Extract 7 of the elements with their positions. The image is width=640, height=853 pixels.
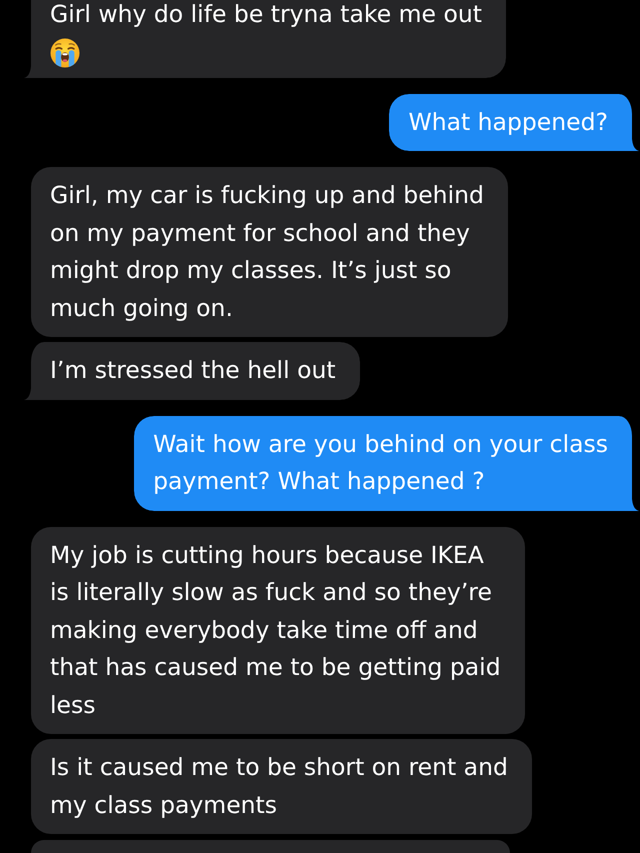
message-text: Wait how are you behind on your class payment? What happened ?: [153, 428, 608, 497]
message-text: Is it caused me to be short on rent and my class payments: [50, 752, 508, 820]
message-text: I’m stressed the hell out: [50, 355, 336, 386]
message-text: Girl, my car is fucking up and behind on my payment for school and they might drop my classes. It’s just so much going on.: [50, 180, 484, 324]
message-text: My job is cutting hours because IKEA is literally slow as fuck and so they’re making everybody take time off and that has caused me to be getting paid less: [50, 540, 501, 720]
message-text: What happened?: [408, 106, 608, 138]
message-text: Girl why do life be tryna take me out: [50, 0, 482, 30]
